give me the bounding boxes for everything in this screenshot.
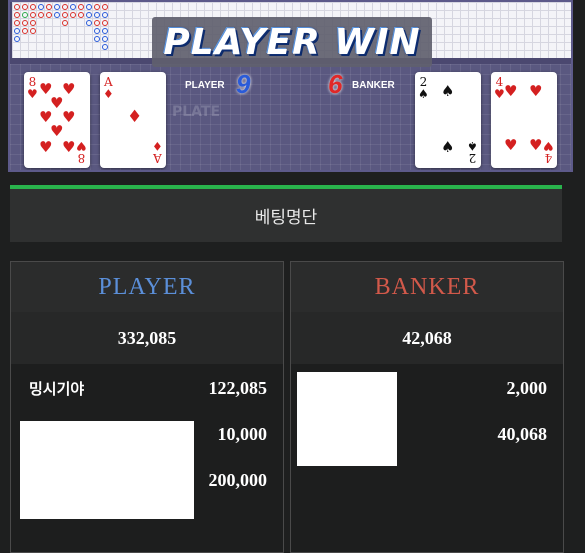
bead-road-marker (102, 28, 108, 34)
bead-road-marker (102, 4, 108, 10)
banker-score-label: BANKER (352, 80, 395, 91)
banker-column-header: BANKER (374, 273, 480, 300)
player-score: 9 (236, 69, 251, 99)
card-table: 8 ♥ 8 ♥ ♥ ♥ ♥ ♥ ♥ ♥ ♥ ♥ A ♦ A ♦ ♦ PLAYER 9 P… (10, 64, 571, 170)
player-column-header: PLAYER (98, 273, 196, 300)
bead-road-marker (102, 20, 108, 26)
redacted-area (297, 372, 397, 466)
bead-road-marker (30, 20, 36, 26)
player-bets-column: PLAYER 332,085 밍시기야 122,085 10,000 200,0… (10, 261, 284, 553)
bead-road-marker (54, 4, 60, 10)
bead-road-marker (102, 36, 108, 42)
bead-road-marker (94, 4, 100, 10)
bead-road-marker (38, 12, 44, 18)
bead-road-marker (14, 12, 20, 18)
bead-road-marker (30, 12, 36, 18)
banker-card-1: 2 ♠ 2 ♠ ♠ ♠ (415, 72, 481, 168)
bead-road-marker (94, 12, 100, 18)
bead-road-marker (94, 36, 100, 42)
bead-road-marker (78, 4, 84, 10)
banker-bets-column: BANKER 42,068 2,000 40,068 (290, 261, 564, 553)
bead-road-marker (62, 4, 68, 10)
bead-road-marker (38, 4, 44, 10)
bead-road-marker (94, 28, 100, 34)
banker-bet-list: 2,000 40,068 (291, 364, 563, 552)
panel-title: 베팅명단 (10, 189, 562, 242)
player-card-1: 8 ♥ 8 ♥ ♥ ♥ ♥ ♥ ♥ ♥ ♥ ♥ (24, 72, 90, 168)
player-card-2: A ♦ A ♦ ♦ (100, 72, 166, 168)
banker-card-2: 4 ♥ 4 ♥ ♥ ♥ ♥ ♥ (491, 72, 557, 168)
banker-total: 42,068 (291, 312, 563, 364)
bead-road-marker (46, 12, 52, 18)
bettor-name: 밍시기야 (29, 380, 85, 398)
panel-title-text: 베팅명단 (254, 208, 318, 228)
result-text: PLAYER WIN (163, 21, 421, 63)
list-item: 밍시기야 122,085 (11, 378, 283, 402)
game-board: 8 ♥ 8 ♥ ♥ ♥ ♥ ♥ ♥ ♥ ♥ ♥ A ♦ A ♦ ♦ PLAYER 9 P… (8, 0, 573, 172)
bead-road-marker (30, 28, 36, 34)
redacted-area (20, 421, 194, 519)
bead-road-marker (78, 12, 84, 18)
bead-road-marker (86, 20, 92, 26)
bet-amount: 122,085 (208, 378, 268, 398)
bead-road-marker (22, 20, 28, 26)
bead-road-marker (70, 12, 76, 18)
bead-road-marker (46, 4, 52, 10)
bead-road-marker (22, 12, 28, 18)
bead-road-marker (70, 4, 76, 10)
bead-road-marker (62, 12, 68, 18)
bead-road-marker (86, 4, 92, 10)
bead-road-marker (14, 28, 20, 34)
bead-road-marker (86, 12, 92, 18)
bet-amount: 10,000 (217, 424, 268, 444)
bead-road-marker (102, 44, 108, 50)
player-total: 332,085 (11, 312, 283, 364)
bead-road-marker (14, 36, 20, 42)
table-watermark: PLATE (172, 104, 221, 120)
bead-road-marker (94, 20, 100, 26)
bead-road-marker (62, 20, 68, 26)
bead-road-marker (14, 4, 20, 10)
bet-amount: 40,068 (497, 424, 548, 444)
result-banner: PLAYER WIN (152, 17, 432, 67)
bead-road-marker (54, 12, 60, 18)
bet-amount: 200,000 (208, 470, 268, 490)
bead-road-marker (102, 12, 108, 18)
player-score-label: PLAYER (185, 80, 225, 91)
bead-road-marker (22, 4, 28, 10)
bead-road-marker (14, 20, 20, 26)
banker-score: 6 (328, 69, 343, 99)
bet-amount: 2,000 (506, 378, 548, 398)
player-bet-list: 밍시기야 122,085 10,000 200,000 (11, 364, 283, 552)
bead-road-marker (30, 4, 36, 10)
bead-road-marker (22, 28, 28, 34)
